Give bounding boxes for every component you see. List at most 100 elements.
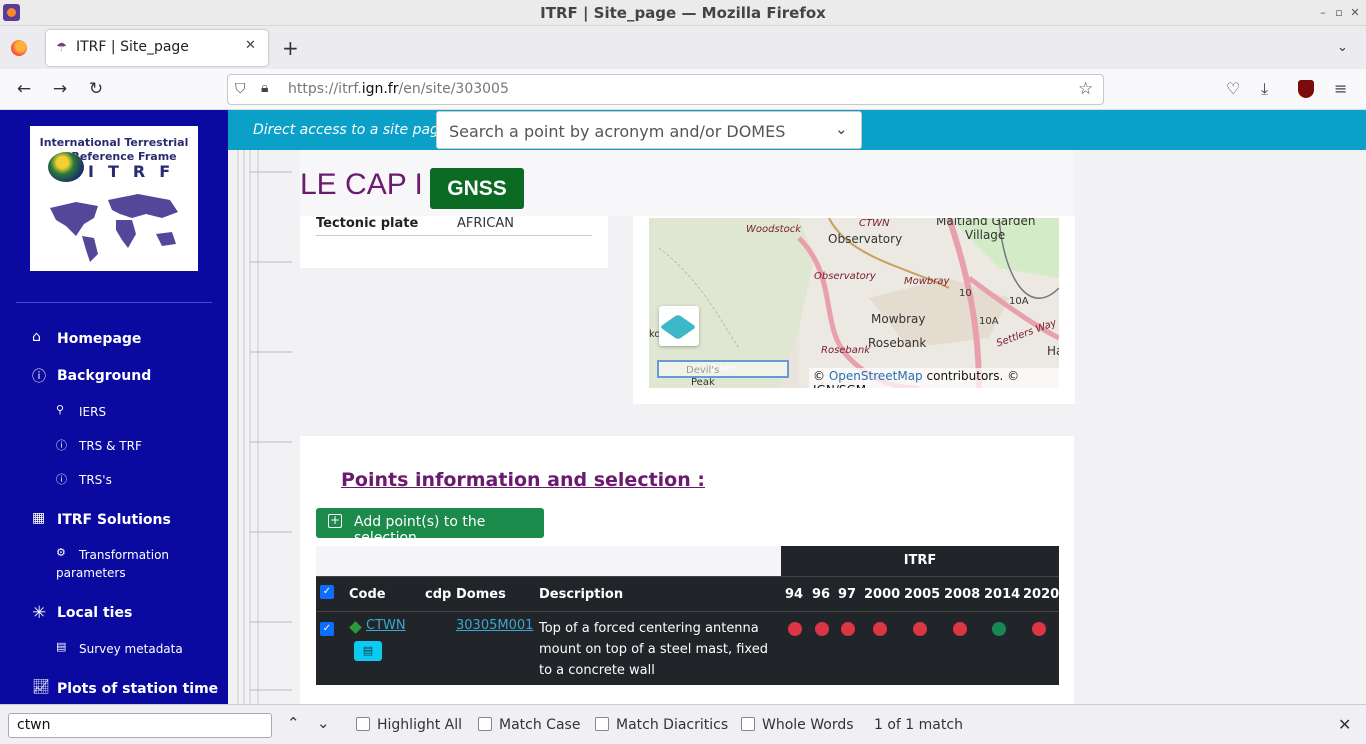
- lock-icon[interactable]: 🔒︎: [261, 80, 268, 96]
- itrf-status-dot: [788, 622, 802, 636]
- col-year: 96: [812, 587, 831, 602]
- timeline-ruler: [237, 150, 292, 704]
- col-year: 2000: [864, 587, 901, 602]
- restore-icon[interactable]: ▫: [1332, 6, 1346, 20]
- whole-words-checkbox[interactable]: Whole Words: [741, 717, 854, 733]
- map-label: 10: [959, 288, 972, 299]
- row-checkbox[interactable]: ✓: [320, 622, 334, 636]
- col-year: 2014: [984, 587, 1021, 602]
- add-points-label: Add point(s) to the selection: [354, 514, 486, 546]
- sidebar-divider: [16, 302, 212, 303]
- site-search-placeholder: Search a point by acronym and/or DOMES: [449, 122, 786, 141]
- col-year: 2008: [944, 587, 981, 602]
- tracking-protection-icon[interactable]: ⛉: [235, 81, 246, 97]
- select-all-checkbox[interactable]: ✓: [320, 585, 334, 599]
- asterisk-icon: ✳: [32, 603, 47, 623]
- menu-icon[interactable]: ≡: [1334, 79, 1347, 98]
- chart-icon: 📈︎: [32, 679, 50, 695]
- minimize-icon[interactable]: –: [1316, 6, 1330, 20]
- sidebar-item-iers[interactable]: IERS: [79, 405, 106, 419]
- find-next-icon[interactable]: ⌄: [317, 714, 330, 732]
- map-label: CTWN: [859, 218, 890, 229]
- find-input[interactable]: ctwn: [8, 713, 272, 738]
- list-all-tabs-icon[interactable]: ⌄: [1337, 40, 1348, 55]
- close-tab-icon[interactable]: ✕: [245, 38, 256, 53]
- map-label: Observatory: [814, 271, 876, 282]
- plate-value: AFRICAN: [457, 216, 514, 231]
- itrf-status-dot: [1032, 622, 1046, 636]
- table-header-row: ✓ Code cdp Domes Description 94 96 97 20…: [316, 576, 1059, 612]
- col-code: Code: [349, 587, 386, 602]
- tab-itrf-site-page[interactable]: ☂ ITRF | Site_page ✕: [46, 30, 268, 66]
- map-label: Peak: [691, 377, 715, 388]
- url-text[interactable]: https://itrf.ign.fr/en/site/303005: [288, 81, 509, 97]
- sidebar-item-trs-trf[interactable]: TRS & TRF: [79, 439, 142, 453]
- window-title: ITRF | Site_page — Mozilla Firefox: [540, 4, 826, 22]
- home-icon: ⌂: [32, 329, 41, 345]
- col-year: 97: [838, 587, 857, 602]
- table-row[interactable]: ✓ CTWN ▤ 30305M001 Top of a forced cente…: [316, 612, 1059, 685]
- highlight-all-checkbox[interactable]: Highlight All: [356, 717, 462, 733]
- back-icon[interactable]: ←: [14, 79, 34, 99]
- itrf-status-dot: [913, 622, 927, 636]
- logo-line-3: ITRF: [88, 162, 185, 181]
- new-tab-icon[interactable]: +: [282, 36, 299, 60]
- itrf-status-dot: [873, 622, 887, 636]
- col-cdp: cdp: [425, 587, 452, 602]
- map-label: Woodstock: [746, 224, 802, 235]
- points-table: ITRF ✓ Code cdp Domes Description 94 96 …: [316, 546, 1059, 685]
- find-bar: ctwn ⌃ ⌄ Highlight All Match Case Match …: [0, 704, 1366, 744]
- chevron-down-icon[interactable]: ⌄: [835, 120, 848, 138]
- match-diacritics-checkbox[interactable]: Match Diacritics: [595, 717, 728, 733]
- map-label: Observatory: [828, 232, 903, 246]
- technique-badge: GNSS: [430, 168, 524, 209]
- plus-square-icon: +: [328, 513, 342, 528]
- bookmark-star-icon[interactable]: ☆: [1078, 79, 1093, 99]
- gear-icon: ⚙: [56, 546, 66, 559]
- pocket-icon[interactable]: ♡: [1226, 79, 1240, 98]
- notes-button[interactable]: ▤: [354, 641, 382, 661]
- sidebar-item-trss[interactable]: TRS's: [79, 473, 112, 487]
- point-code-link[interactable]: CTWN: [366, 618, 406, 633]
- globe-icon: [48, 152, 84, 182]
- col-year: 2005: [904, 587, 941, 602]
- sidebar-item-background[interactable]: Background: [57, 368, 151, 384]
- sidebar-item-survey-metadata[interactable]: Survey metadata: [79, 642, 183, 656]
- openstreetmap-link[interactable]: OpenStreetMap: [829, 369, 923, 383]
- address-bar[interactable]: ⛉ 🔒︎ https://itrf.ign.fr/en/site/303005 …: [227, 74, 1104, 105]
- info-icon: ⓘ: [56, 439, 67, 452]
- col-year: 94: [785, 587, 804, 602]
- itrf-logo[interactable]: International Terrestrial Reference Fram…: [30, 126, 198, 271]
- point-description: Top of a forced centering antenna mount …: [539, 621, 768, 678]
- site-info-card: Tectonic plate AFRICAN: [300, 216, 608, 268]
- sidebar-item-parameters[interactable]: parameters: [56, 566, 126, 580]
- sidebar-item-transformation[interactable]: Transformation: [79, 548, 169, 562]
- sidebar-item-itrf-solutions[interactable]: ITRF Solutions: [57, 512, 171, 528]
- direct-access-label: Direct access to a site page:: [253, 122, 453, 138]
- layer-switcher-icon[interactable]: [659, 306, 699, 346]
- domes-link[interactable]: 30305M001: [456, 618, 533, 633]
- match-case-checkbox[interactable]: Match Case: [478, 717, 580, 733]
- forward-icon[interactable]: →: [50, 79, 70, 99]
- reload-icon[interactable]: ↻: [86, 79, 106, 99]
- map-label: Village: [965, 228, 1006, 242]
- points-section-title: Points information and selection :: [341, 469, 705, 491]
- site-title: LE CAP I: [300, 168, 423, 201]
- col-domes: Domes: [456, 587, 506, 602]
- site-search-select[interactable]: Search a point by acronym and/or DOMES ⌄: [436, 111, 862, 149]
- navigation-toolbar: ← → ↻ ⛉ 🔒︎ https://itrf.ign.fr/en/site/3…: [0, 69, 1366, 110]
- firefox-icon[interactable]: [11, 40, 27, 56]
- map-label: Mowbray: [904, 276, 950, 287]
- sidebar-item-local-ties[interactable]: Local ties: [57, 605, 132, 621]
- close-find-bar-icon[interactable]: ✕: [1338, 715, 1351, 734]
- site-map[interactable]: Woodstock Observatory CTWN Maitland Gard…: [649, 218, 1059, 388]
- sidebar-item-plots[interactable]: Plots of station time: [57, 681, 218, 697]
- add-points-button[interactable]: + Add point(s) to the selection: [316, 508, 544, 546]
- point-status-diamond-icon: [349, 621, 362, 634]
- sidebar-item-homepage[interactable]: Homepage: [57, 331, 141, 347]
- close-window-icon[interactable]: ✕: [1348, 6, 1362, 20]
- web-page: International Terrestrial Reference Fram…: [0, 110, 1366, 704]
- find-previous-icon[interactable]: ⌃: [287, 714, 300, 732]
- ublock-origin-icon[interactable]: [1298, 80, 1314, 98]
- downloads-icon[interactable]: ⤓: [1261, 79, 1268, 99]
